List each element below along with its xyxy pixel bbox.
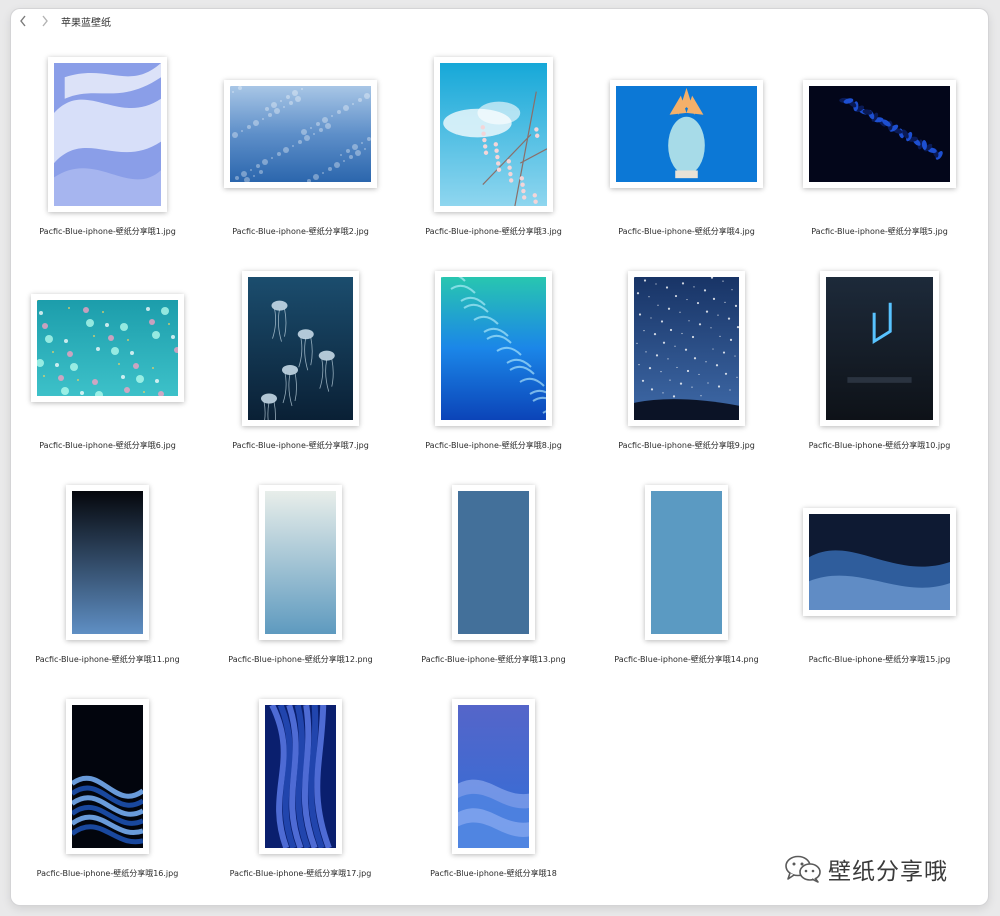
file-item[interactable]: Pacfic-Blue-iphone-壁纸分享哦16.jpg [11, 693, 204, 905]
finder-window: 苹果蓝壁纸 Pacfic-Blue-iphone-壁纸分享哦1.jpg Pacfi… [11, 9, 988, 905]
file-item[interactable]: Pacfic-Blue-iphone-壁纸分享哦11.png [11, 479, 204, 693]
file-item[interactable]: Pacfic-Blue-iphone-壁纸分享哦8.jpg [397, 265, 590, 479]
thumbnail-slot [397, 479, 590, 645]
thumbnail-frame [610, 80, 763, 188]
thumbnail-slot [11, 265, 204, 431]
file-item[interactable]: Pacfic-Blue-iphone-壁纸分享哦18 [397, 693, 590, 905]
thumbnail-frame [803, 80, 956, 188]
file-name: Pacfic-Blue-iphone-壁纸分享哦9.jpg [618, 441, 755, 450]
thumbnail-slot [590, 265, 783, 431]
file-name: Pacfic-Blue-iphone-壁纸分享哦10.jpg [808, 441, 951, 450]
thumbnail-frame [48, 56, 167, 212]
wallpaper-thumbnail [458, 490, 529, 634]
wallpaper-thumbnail [634, 276, 739, 420]
thumbnail-slot [204, 265, 397, 431]
wallpaper-thumbnail [809, 514, 950, 610]
thumbnail-slot [783, 265, 976, 431]
file-name: Pacfic-Blue-iphone-壁纸分享哦7.jpg [232, 441, 369, 450]
file-item[interactable]: Pacfic-Blue-iphone-壁纸分享哦1.jpg [11, 51, 204, 265]
thumbnail-frame [66, 484, 149, 640]
thumbnail-frame [645, 484, 728, 640]
thumbnail-slot [204, 693, 397, 859]
wallpaper-thumbnail [458, 704, 529, 848]
thumbnail-frame [452, 698, 535, 854]
file-item[interactable]: Pacfic-Blue-iphone-壁纸分享哦4.jpg [590, 51, 783, 265]
thumbnail-frame [66, 698, 149, 854]
file-item[interactable]: Pacfic-Blue-iphone-壁纸分享哦2.jpg [204, 51, 397, 265]
wallpaper-thumbnail [72, 490, 143, 634]
thumbnail-slot [11, 693, 204, 859]
file-name: Pacfic-Blue-iphone-壁纸分享哦2.jpg [232, 227, 369, 236]
file-item[interactable]: Pacfic-Blue-iphone-壁纸分享哦5.jpg [783, 51, 976, 265]
thumbnail-frame [224, 80, 377, 188]
file-name: Pacfic-Blue-iphone-壁纸分享哦3.jpg [425, 227, 562, 236]
file-grid: Pacfic-Blue-iphone-壁纸分享哦1.jpg Pacfic-Blue… [11, 9, 988, 905]
wallpaper-thumbnail [441, 276, 546, 420]
wallpaper-thumbnail [265, 490, 336, 634]
wallpaper-thumbnail [72, 704, 143, 848]
file-item[interactable]: Pacfic-Blue-iphone-壁纸分享哦3.jpg [397, 51, 590, 265]
thumbnail-slot [590, 479, 783, 645]
thumbnail-frame [820, 270, 939, 426]
file-name: Pacfic-Blue-iphone-壁纸分享哦4.jpg [618, 227, 755, 236]
thumbnail-slot [11, 51, 204, 217]
thumbnail-frame [434, 56, 553, 212]
thumbnail-slot [590, 51, 783, 217]
watermark-text: 壁纸分享哦 [828, 859, 948, 885]
file-item[interactable]: Pacfic-Blue-iphone-壁纸分享哦9.jpg [590, 265, 783, 479]
file-item[interactable]: Pacfic-Blue-iphone-壁纸分享哦7.jpg [204, 265, 397, 479]
thumbnail-slot [397, 265, 590, 431]
file-item[interactable]: Pacfic-Blue-iphone-壁纸分享哦13.png [397, 479, 590, 693]
thumbnail-slot [783, 479, 976, 645]
wechat-icon [785, 855, 821, 883]
thumbnail-frame [803, 508, 956, 616]
wallpaper-thumbnail [248, 276, 353, 420]
file-item[interactable]: Pacfic-Blue-iphone-壁纸分享哦14.png [590, 479, 783, 693]
wallpaper-thumbnail [616, 86, 757, 182]
file-item[interactable]: Pacfic-Blue-iphone-壁纸分享哦17.jpg [204, 693, 397, 905]
file-item[interactable]: Pacfic-Blue-iphone-壁纸分享哦12.png [204, 479, 397, 693]
thumbnail-frame [435, 270, 552, 426]
file-name: Pacfic-Blue-iphone-壁纸分享哦11.png [35, 655, 180, 664]
file-name: Pacfic-Blue-iphone-壁纸分享哦17.jpg [229, 869, 372, 878]
file-name: Pacfic-Blue-iphone-壁纸分享哦18 [430, 869, 557, 878]
file-name: Pacfic-Blue-iphone-壁纸分享哦8.jpg [425, 441, 562, 450]
wallpaper-thumbnail [37, 300, 178, 396]
wallpaper-thumbnail [809, 86, 950, 182]
thumbnail-slot [204, 479, 397, 645]
file-name: Pacfic-Blue-iphone-壁纸分享哦1.jpg [39, 227, 176, 236]
thumbnail-slot [783, 51, 976, 217]
file-name: Pacfic-Blue-iphone-壁纸分享哦12.png [228, 655, 373, 664]
thumbnail-frame [242, 270, 359, 426]
wallpaper-thumbnail [440, 62, 547, 206]
thumbnail-slot [204, 51, 397, 217]
thumbnail-slot [397, 693, 590, 859]
file-item[interactable]: Pacfic-Blue-iphone-壁纸分享哦15.jpg [783, 479, 976, 693]
wallpaper-thumbnail [230, 86, 371, 182]
file-item[interactable]: Pacfic-Blue-iphone-壁纸分享哦10.jpg [783, 265, 976, 479]
thumbnail-frame [452, 484, 535, 640]
file-name: Pacfic-Blue-iphone-壁纸分享哦5.jpg [811, 227, 948, 236]
wallpaper-thumbnail [54, 62, 161, 206]
thumbnail-frame [31, 294, 184, 402]
file-name: Pacfic-Blue-iphone-壁纸分享哦16.jpg [36, 869, 179, 878]
thumbnail-slot [11, 479, 204, 645]
thumbnail-frame [628, 270, 745, 426]
file-name: Pacfic-Blue-iphone-壁纸分享哦15.jpg [808, 655, 951, 664]
wallpaper-thumbnail [265, 704, 336, 848]
file-name: Pacfic-Blue-iphone-壁纸分享哦6.jpg [39, 441, 176, 450]
watermark: 壁纸分享哦 [784, 852, 948, 886]
wallpaper-thumbnail [826, 276, 933, 420]
wallpaper-thumbnail [651, 490, 722, 634]
file-name: Pacfic-Blue-iphone-壁纸分享哦13.png [421, 655, 566, 664]
thumbnail-frame [259, 484, 342, 640]
file-item[interactable]: Pacfic-Blue-iphone-壁纸分享哦6.jpg [11, 265, 204, 479]
file-name: Pacfic-Blue-iphone-壁纸分享哦14.png [614, 655, 759, 664]
thumbnail-slot [397, 51, 590, 217]
thumbnail-frame [259, 698, 342, 854]
